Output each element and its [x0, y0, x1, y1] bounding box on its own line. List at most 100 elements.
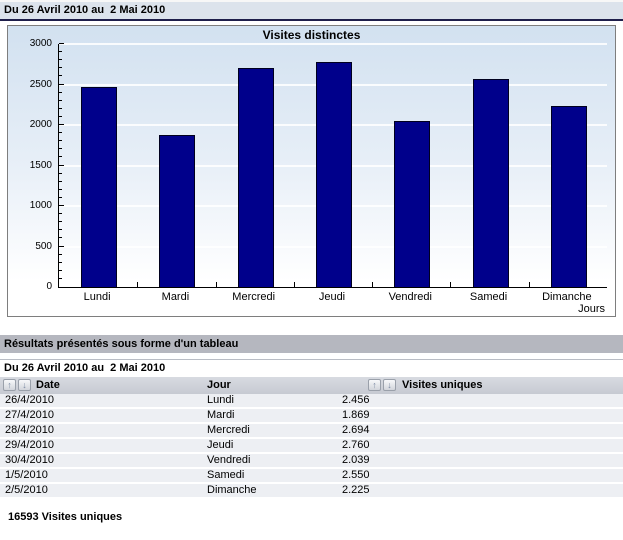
table-row: 30/4/2010 Vendredi 2.039 — [0, 454, 623, 469]
y-minor-tick — [59, 132, 62, 133]
x-boundary-tick — [450, 282, 451, 287]
bar-lundi — [81, 87, 117, 287]
x-tick-label: Mardi — [136, 291, 214, 303]
bar-mercredi — [238, 68, 274, 287]
cell-jour: Vendredi — [207, 454, 250, 467]
y-major-tick — [59, 84, 64, 85]
cell-date: 1/5/2010 — [5, 469, 48, 482]
y-minor-tick — [59, 67, 62, 68]
y-minor-tick — [59, 75, 62, 76]
column-header-visites-uniques: Visites uniques — [402, 377, 483, 394]
y-minor-tick — [59, 148, 62, 149]
cell-visites-uniques: 2.694 — [342, 424, 370, 437]
x-tick-label: Jeudi — [293, 291, 371, 303]
column-header-jour: Jour — [207, 377, 231, 394]
y-minor-tick — [59, 59, 62, 60]
y-tick-label: 0 — [10, 281, 52, 292]
cell-date: 28/4/2010 — [5, 424, 54, 437]
sort-date-asc-icon[interactable]: ↑ — [3, 379, 16, 391]
sort-visites-desc-icon[interactable]: ↓ — [383, 379, 396, 391]
y-minor-tick — [59, 108, 62, 109]
y-minor-tick — [59, 173, 62, 174]
column-header-date: Date — [36, 377, 60, 394]
cell-date: 29/4/2010 — [5, 439, 54, 452]
table-row: 29/4/2010 Jeudi 2.760 — [0, 439, 623, 454]
chart-date-range: Du 26 Avril 2010 au 2 Mai 2010 — [0, 2, 623, 19]
table-row: 1/5/2010 Samedi 2.550 — [0, 469, 623, 484]
cell-visites-uniques: 1.869 — [342, 409, 370, 422]
gridline — [59, 43, 607, 45]
table-row: 26/4/2010 Lundi 2.456 — [0, 394, 623, 409]
x-boundary-tick — [137, 282, 138, 287]
x-boundary-tick — [294, 282, 295, 287]
sort-visites-asc-icon[interactable]: ↑ — [368, 379, 381, 391]
y-minor-tick — [59, 116, 62, 117]
bar-chart-plot-area — [58, 44, 607, 288]
stats-page: Du 26 Avril 2010 au 2 Mai 2010 Visites d… — [0, 0, 623, 523]
x-tick-label: Lundi — [58, 291, 136, 303]
y-major-tick — [59, 246, 64, 247]
x-boundary-tick — [529, 282, 530, 287]
x-tick-label: Mercredi — [215, 291, 293, 303]
y-major-tick — [59, 205, 64, 206]
y-minor-tick — [59, 140, 62, 141]
y-tick-label: 3000 — [10, 38, 52, 49]
x-tick-label: Samedi — [449, 291, 527, 303]
cell-date: 30/4/2010 — [5, 454, 54, 467]
visits-bar-chart-panel: Visites distinctes 0 500 1000 1500 2000 2500 3… — [7, 25, 616, 317]
cell-visites-uniques: 2.760 — [342, 439, 370, 452]
bar-mardi — [159, 135, 195, 287]
y-minor-tick — [59, 270, 62, 271]
cell-visites-uniques: 2.039 — [342, 454, 370, 467]
y-minor-tick — [59, 262, 62, 263]
y-tick-label: 500 — [10, 241, 52, 252]
bar-samedi — [473, 79, 509, 287]
y-tick-label: 1500 — [10, 160, 52, 171]
x-axis-title: Jours — [578, 303, 605, 315]
y-minor-tick — [59, 51, 62, 52]
y-minor-tick — [59, 229, 62, 230]
table-row: 28/4/2010Mercredi2.694 — [0, 424, 623, 439]
cell-jour: Lundi — [207, 394, 234, 407]
table-row: 2/5/2010Dimanche2.225 — [0, 484, 623, 499]
bar-jeudi — [316, 62, 352, 287]
cell-date: 26/4/2010 — [5, 394, 54, 407]
y-minor-tick — [59, 92, 62, 93]
y-minor-tick — [59, 189, 62, 190]
x-tick-label: Vendredi — [371, 291, 449, 303]
y-minor-tick — [59, 181, 62, 182]
y-minor-tick — [59, 254, 62, 255]
y-tick-label: 2500 — [10, 79, 52, 90]
y-minor-tick — [59, 237, 62, 238]
cell-visites-uniques: 2.456 — [342, 394, 370, 407]
y-minor-tick — [59, 197, 62, 198]
table-header-row: ↑ ↓ Date Jour ↑ ↓ Visites uniques — [0, 377, 623, 394]
cell-visites-uniques: 2.225 — [342, 484, 370, 497]
cell-jour: Samedi — [207, 469, 244, 482]
y-minor-tick — [59, 156, 62, 157]
table-body: 26/4/2010Lundi2.45627/4/2010Mardi1.86928… — [0, 394, 623, 499]
y-tick-label: 2000 — [10, 119, 52, 130]
y-tick-label: 1000 — [10, 200, 52, 211]
sort-date-desc-icon[interactable]: ↓ — [18, 379, 31, 391]
header-divider — [0, 19, 623, 21]
chart-title: Visites distinctes — [8, 28, 615, 42]
table-section-title: Résultats présentés sous forme d'un tabl… — [0, 335, 623, 353]
bar-dimanche — [551, 106, 587, 287]
cell-jour: Jeudi — [207, 439, 233, 452]
x-boundary-tick — [372, 282, 373, 287]
y-minor-tick — [59, 221, 62, 222]
x-boundary-tick — [216, 282, 217, 287]
y-minor-tick — [59, 213, 62, 214]
y-minor-tick — [59, 278, 62, 279]
total-visites-uniques: 16593 Visites uniques — [0, 511, 623, 523]
table-row: 27/4/2010Mardi1.869 — [0, 409, 623, 424]
y-major-tick — [59, 124, 64, 125]
cell-date: 2/5/2010 — [5, 484, 48, 497]
bar-vendredi — [394, 121, 430, 287]
cell-jour: Mardi — [207, 409, 235, 422]
y-major-tick — [59, 43, 64, 44]
y-minor-tick — [59, 100, 62, 101]
cell-visites-uniques: 2.550 — [342, 469, 370, 482]
y-major-tick — [59, 165, 64, 166]
